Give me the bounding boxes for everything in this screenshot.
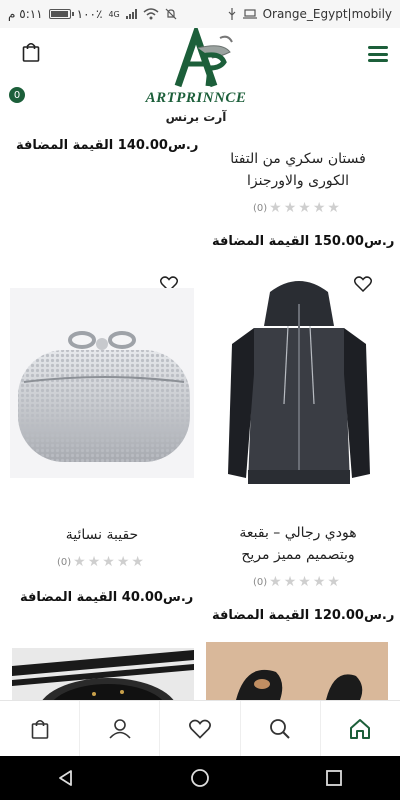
recents-icon[interactable] (325, 769, 343, 787)
product-price: ر.س120.00 القيمة المضافة (212, 608, 395, 623)
menu-bar (368, 59, 388, 62)
star-icon: ★ (327, 574, 340, 590)
star-icon: ★ (327, 200, 340, 216)
carrier-name: Orange_Egypt|mobily (262, 7, 392, 21)
mute-icon (165, 8, 177, 20)
wifi-icon (143, 8, 159, 20)
nav-home[interactable] (321, 701, 400, 756)
home-icon (350, 718, 371, 739)
back-icon[interactable] (57, 769, 75, 787)
product-rating: (0) ★ ★ ★ ★ ★ (250, 200, 340, 216)
hoodie-image (228, 281, 370, 484)
star-icon: ★ (312, 200, 326, 216)
product-name-line: فستان سكري من التفتا (230, 151, 366, 167)
product-image-clutch[interactable] (10, 288, 194, 478)
product-name-line: وبتصميم مميز مريح (241, 547, 355, 563)
product-grid: ر.س140.00 القيمة المضافة فستان سكري من ا… (0, 132, 400, 700)
logo-text-en: ARTPRINNCE (145, 90, 247, 106)
clutch-bag-image (18, 331, 190, 462)
star-icon: ★ (269, 200, 282, 216)
star-icon: ★ (131, 554, 144, 570)
menu-bar (368, 46, 388, 49)
nav-account[interactable] (80, 701, 161, 756)
header: 0 ARTPRINNCE آرت برنس (0, 23, 400, 132)
cart-count-badge: 0 (9, 87, 25, 103)
product-rating: (0) ★ ★ ★ ★ ★ (54, 554, 144, 570)
usb-icon (228, 8, 236, 20)
user-icon (109, 718, 131, 739)
logo-text-ar: آرت برنس (165, 110, 227, 124)
star-icon: ★ (283, 574, 297, 590)
shopping-bag-icon (22, 42, 40, 62)
nav-search[interactable] (241, 701, 321, 756)
star-icon: ★ (312, 574, 326, 590)
rating-count: (0) (57, 556, 72, 568)
cart-icon (31, 719, 48, 739)
nav-cart[interactable] (0, 701, 81, 756)
product-image-shoes[interactable] (206, 642, 388, 700)
clock: ٥:١١ م (8, 7, 43, 21)
star-icon: ★ (87, 554, 101, 570)
home-circle-icon[interactable] (190, 768, 210, 788)
bottom-navigation (0, 700, 400, 756)
product-name[interactable]: هودي رجالي – بقبعة وبتصميم مميز مريح (208, 522, 388, 566)
system-navigation-bar (0, 756, 400, 800)
shoes-image (236, 669, 363, 700)
status-right: Orange_Egypt|mobily (227, 7, 392, 21)
product-image-watch[interactable] (12, 648, 194, 700)
product-price: ر.س40.00 القيمة المضافة (20, 590, 194, 605)
laptop-icon (242, 9, 257, 19)
nav-wishlist[interactable] (160, 701, 241, 756)
product-price: ر.س140.00 القيمة المضافة (16, 138, 199, 153)
network-type: 4G (108, 9, 120, 19)
star-icon: ★ (102, 554, 115, 570)
heart-icon (189, 719, 211, 739)
star-icon: ★ (73, 554, 86, 570)
watch-image (12, 650, 194, 700)
signal-icon (125, 9, 137, 19)
product-name-line: الكورى والاورجنزا (247, 173, 349, 189)
hamburger-menu-button[interactable] (368, 46, 388, 62)
search-icon (270, 718, 290, 739)
battery-percent: ١٠٠٪ (76, 7, 103, 21)
star-icon: ★ (116, 554, 130, 570)
rating-count: (0) (253, 202, 268, 214)
logo-mark-icon (174, 23, 233, 88)
star-icon: ★ (298, 200, 311, 216)
brand-logo[interactable]: ARTPRINNCE آرت برنس (128, 23, 264, 130)
product-price: ر.س150.00 القيمة المضافة (212, 234, 395, 249)
battery-icon (48, 9, 74, 19)
product-name-line: هودي رجالي – بقبعة (239, 525, 357, 541)
product-name[interactable]: حقيبة نسائية (10, 524, 194, 546)
product-name[interactable]: فستان سكري من التفتا الكورى والاورجنزا (208, 148, 388, 192)
menu-bar (368, 52, 388, 56)
rating-count: (0) (253, 576, 268, 588)
status-left: ٥:١١ م ١٠٠٪ 4G (8, 7, 177, 21)
header-cart-button[interactable] (20, 42, 44, 68)
star-icon: ★ (298, 574, 311, 590)
product-rating: (0) ★ ★ ★ ★ ★ (250, 574, 340, 590)
star-icon: ★ (283, 200, 297, 216)
star-icon: ★ (269, 574, 282, 590)
product-image-hoodie[interactable] (210, 274, 388, 496)
status-bar: ٥:١١ م ١٠٠٪ 4G Orange_Egypt|mobily (0, 0, 400, 28)
